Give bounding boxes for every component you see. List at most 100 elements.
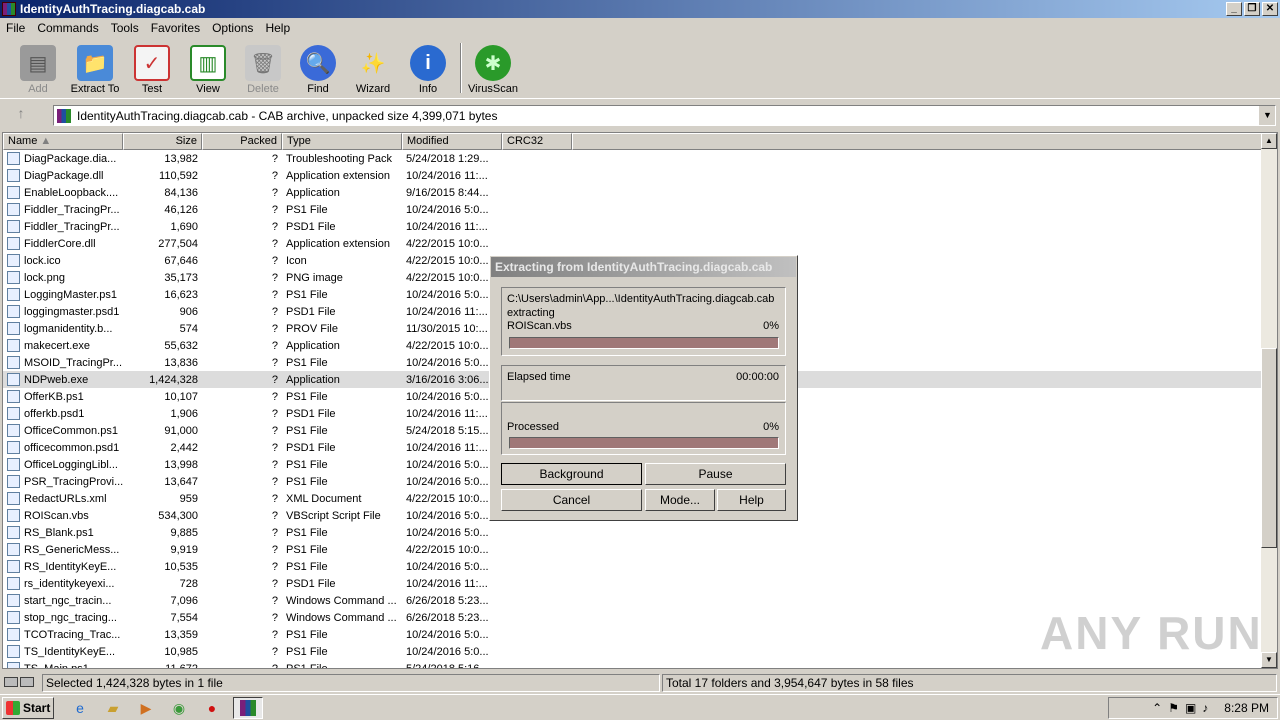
watermark-logo: ANY RUN	[1040, 607, 1263, 659]
column-size[interactable]: Size	[123, 133, 202, 150]
menu-file[interactable]: File	[0, 21, 31, 35]
column-type[interactable]: Type	[282, 133, 402, 150]
extract-to-button[interactable]: 📁 Extract To	[68, 41, 122, 95]
restore-button[interactable]: ❐	[1244, 2, 1260, 16]
dialog-current-file: ROIScan.vbs	[507, 320, 572, 332]
file-packed: ?	[271, 628, 278, 641]
mode-button[interactable]: Mode...	[645, 489, 715, 511]
pause-button[interactable]: Pause	[645, 463, 786, 485]
status-selection: Selected 1,424,328 bytes in 1 file	[42, 674, 660, 692]
view-label: View	[196, 83, 220, 95]
test-label: Test	[141, 83, 163, 95]
file-name-cell: RS_GenericMess...	[3, 543, 123, 556]
minimize-button[interactable]: _	[1226, 2, 1242, 16]
file-row[interactable]: Fiddler_TracingPr... 46,126? PS1 File 10/24…	[3, 201, 1265, 218]
media-player-icon[interactable]: ▶	[134, 698, 158, 718]
file-name: loggingmaster.psd1	[24, 305, 120, 318]
file-packed: ?	[271, 492, 278, 505]
file-name: lock.png	[24, 271, 65, 284]
file-size: 67,646	[164, 254, 198, 267]
file-icon	[7, 475, 20, 488]
tray-expand-icon[interactable]: ⌃	[1152, 701, 1162, 715]
file-name: RedactURLs.xml	[24, 492, 107, 505]
test-button[interactable]: ✓ Test	[125, 41, 179, 95]
close-button[interactable]: ✕	[1262, 2, 1278, 16]
file-icon	[7, 560, 20, 573]
file-packed: ?	[271, 254, 278, 267]
menu-commands[interactable]: Commands	[31, 21, 104, 35]
file-packed: ?	[271, 169, 278, 182]
chevron-down-icon[interactable]: ▼	[1259, 106, 1275, 125]
background-button[interactable]: Background	[501, 463, 642, 485]
cancel-button[interactable]: Cancel	[501, 489, 642, 511]
start-label: Start	[23, 701, 51, 715]
action-center-flag-icon[interactable]: ⚑	[1168, 701, 1179, 715]
file-row[interactable]: FiddlerCore.dll 277,504? Application exten…	[3, 235, 1265, 252]
file-icon	[7, 288, 20, 301]
file-row[interactable]: TS_Main.ps1 11,672? PS1 File 5/24/2018 5:16…	[3, 660, 1265, 669]
add-button[interactable]: ▤ Add	[11, 41, 65, 95]
file-packed: ?	[271, 186, 278, 199]
vertical-scrollbar[interactable]: ▲ ▼	[1261, 133, 1277, 668]
scroll-down-icon[interactable]: ▼	[1261, 652, 1277, 668]
file-row[interactable]: rs_identitykeyexi... 728? PSD1 File 10/24/2…	[3, 575, 1265, 592]
file-size: 959	[179, 492, 198, 505]
file-row[interactable]: RS_GenericMess... 9,919? PS1 File 4/22/2015…	[3, 541, 1265, 558]
help-button[interactable]: Help	[717, 489, 786, 511]
file-modified: 6/26/2018 5:23...	[406, 611, 489, 624]
processed-percent: 0%	[763, 421, 779, 433]
file-size: 277,504	[158, 237, 198, 250]
file-size: 11,672	[165, 662, 198, 669]
column-packed[interactable]: Packed	[202, 133, 282, 150]
menu-tools[interactable]: Tools	[105, 21, 145, 35]
ie-icon[interactable]: e	[68, 698, 92, 718]
menu-options[interactable]: Options	[206, 21, 259, 35]
explorer-folder-icon[interactable]: ▰	[101, 698, 125, 718]
info-button[interactable]: i Info	[401, 41, 455, 95]
file-packed: ?	[271, 594, 278, 607]
winrar-taskbar-button[interactable]	[233, 697, 263, 719]
file-type: PSD1 File	[286, 441, 336, 454]
file-row[interactable]: RS_Blank.ps1 9,885? PS1 File 10/24/2016 5:0…	[3, 524, 1265, 541]
file-modified: 10/24/2016 5:0...	[406, 288, 489, 301]
column-crc32[interactable]: CRC32	[502, 133, 572, 150]
address-bar: ↑ IdentityAuthTracing.diagcab.cab - CAB …	[0, 101, 1280, 128]
file-row[interactable]: EnableLoopback.... 84,136? Application 9/16…	[3, 184, 1265, 201]
file-percent: 0%	[763, 320, 779, 332]
delete-button[interactable]: 🗑 Delete	[236, 41, 290, 95]
column-name[interactable]: Name ▲	[3, 133, 123, 150]
file-icon	[7, 271, 20, 284]
elapsed-label: Elapsed time	[507, 371, 571, 383]
file-packed: ?	[271, 526, 278, 539]
column-modified[interactable]: Modified	[402, 133, 502, 150]
file-size: 35,173	[164, 271, 198, 284]
file-modified: 10/24/2016 5:0...	[406, 356, 489, 369]
file-row[interactable]: DiagPackage.dia... 13,982? Troubleshooting…	[3, 150, 1265, 167]
up-arrow-icon[interactable]: ↑	[8, 105, 34, 125]
scroll-up-icon[interactable]: ▲	[1261, 133, 1277, 149]
virusscan-button[interactable]: ✱ VirusScan	[466, 41, 520, 95]
file-modified: 5/24/2018 1:29...	[406, 152, 489, 165]
scroll-thumb[interactable]	[1261, 348, 1277, 548]
wizard-button[interactable]: ✨ Wizard	[346, 41, 400, 96]
file-packed: ?	[271, 475, 278, 488]
chrome-icon[interactable]: ◉	[167, 698, 191, 718]
file-type: PS1 File	[286, 560, 328, 573]
network-icon[interactable]: ▣	[1185, 701, 1196, 715]
volume-icon[interactable]: ♪	[1202, 701, 1208, 715]
file-row[interactable]: DiagPackage.dll 110,592? Application exten…	[3, 167, 1265, 184]
file-icon	[7, 169, 20, 182]
menu-favorites[interactable]: Favorites	[145, 21, 206, 35]
menu-help[interactable]: Help	[259, 21, 296, 35]
start-button[interactable]: Start	[2, 697, 54, 719]
find-button[interactable]: 🔍 Find	[291, 41, 345, 95]
archive-path-field[interactable]: IdentityAuthTracing.diagcab.cab - CAB ar…	[53, 105, 1276, 126]
file-row[interactable]: RS_IdentityKeyE... 10,535? PS1 File 10/24/2…	[3, 558, 1265, 575]
clock[interactable]: 8:28 PM	[1224, 701, 1269, 715]
opera-icon[interactable]: ●	[200, 698, 224, 718]
view-button[interactable]: ▥ View	[181, 41, 235, 95]
file-modified: 10/24/2016 5:0...	[406, 526, 489, 539]
file-modified: 4/22/2015 10:0...	[406, 237, 489, 250]
dialog-path: C:\Users\admin\App...\IdentityAuthTracin…	[507, 293, 775, 305]
file-row[interactable]: Fiddler_TracingPr... 1,690? PSD1 File 10/24…	[3, 218, 1265, 235]
